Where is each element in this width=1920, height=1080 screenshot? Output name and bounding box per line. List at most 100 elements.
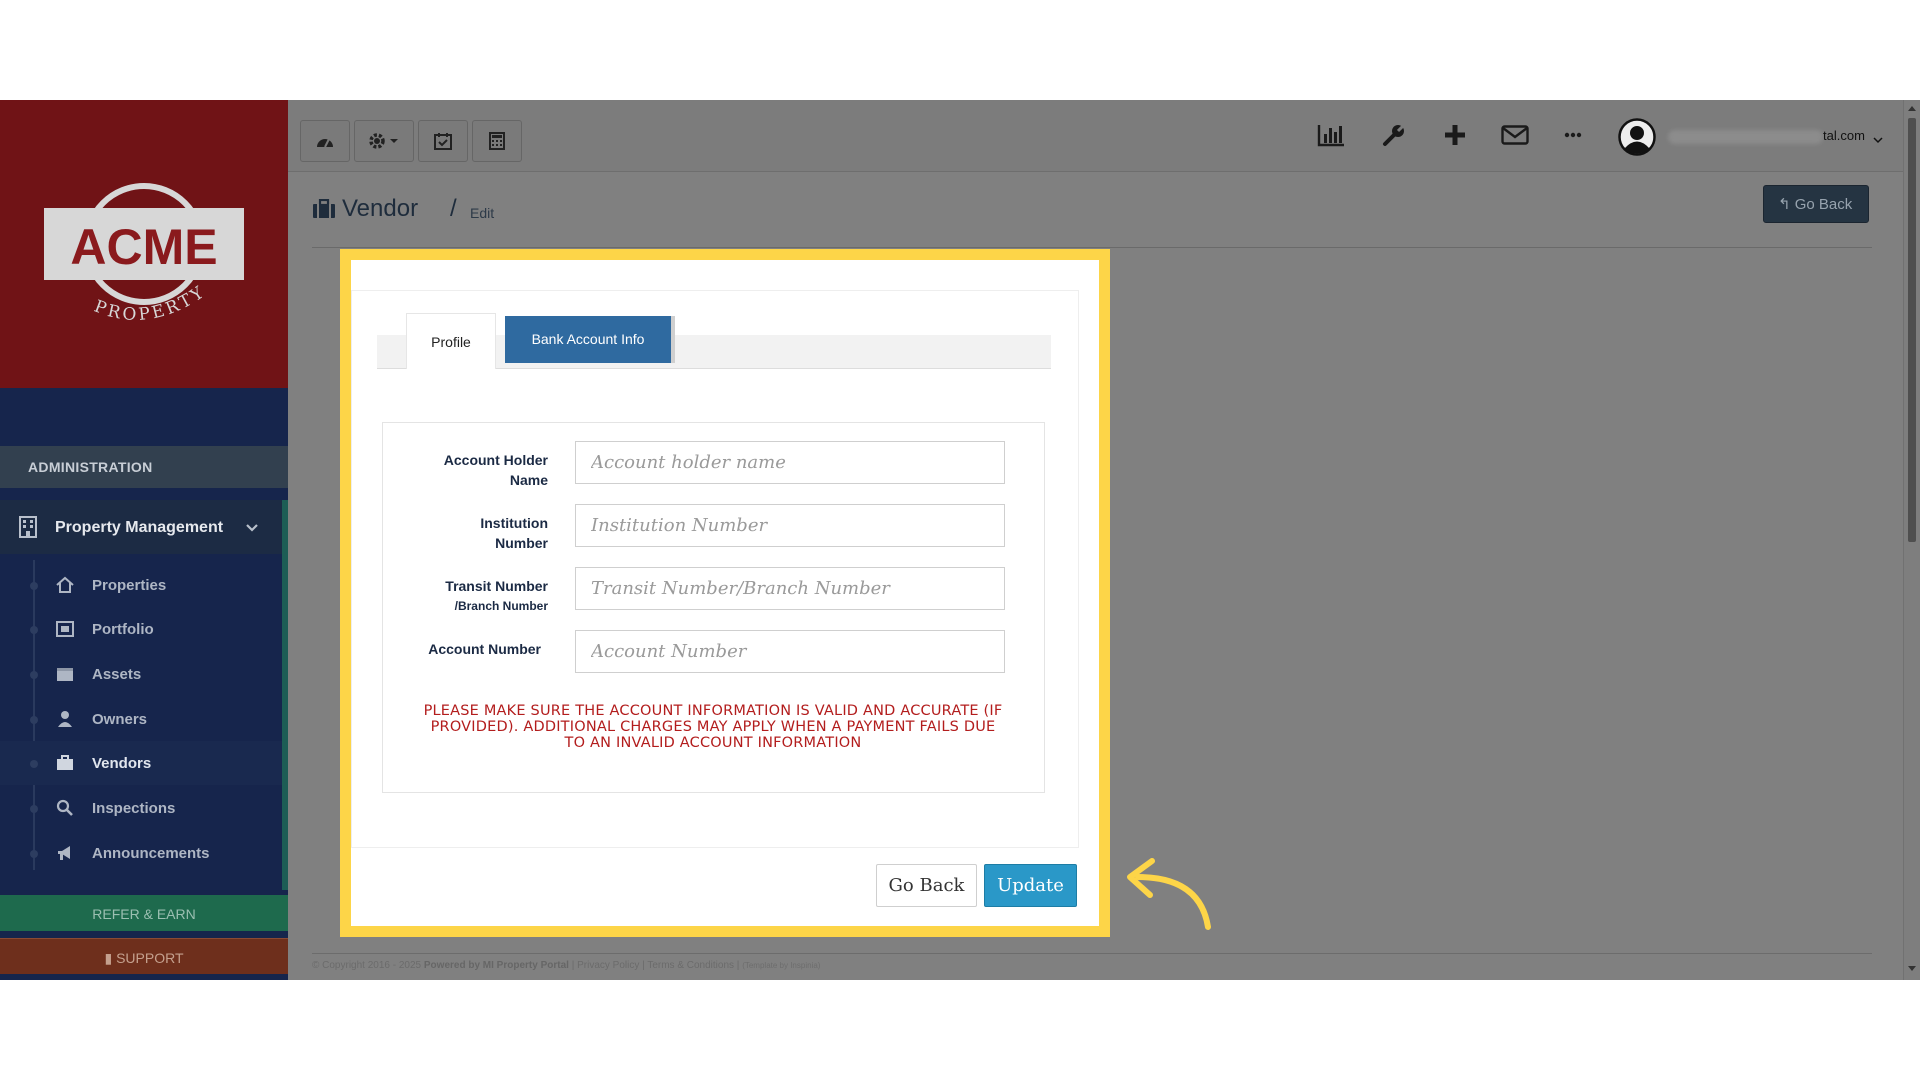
building-icon	[18, 516, 38, 543]
account-holder-name-input[interactable]	[575, 441, 1005, 484]
scrollbar[interactable]	[1903, 100, 1920, 980]
transit-number-input[interactable]	[575, 567, 1005, 610]
sidebar-item-properties[interactable]: Properties	[0, 563, 282, 607]
divider	[312, 247, 1872, 248]
tools-button[interactable]	[1377, 118, 1411, 152]
sidebar-item-label: Vendors	[92, 755, 151, 772]
sidebar-item-label: Announcements	[92, 845, 210, 862]
sidebar-item-label: Assets	[92, 666, 141, 683]
calendar-check-icon	[434, 132, 452, 150]
dashboard-icon	[315, 133, 335, 149]
messages-button[interactable]	[1498, 118, 1532, 152]
scroll-down-icon[interactable]	[1908, 966, 1916, 971]
tree-dot	[30, 760, 38, 768]
reports-button[interactable]	[1314, 118, 1348, 152]
account-holder-label: Account HolderName	[444, 450, 548, 490]
briefcase-icon	[312, 199, 336, 224]
user-email-redacted	[1668, 130, 1823, 144]
breadcrumb-separator: /	[450, 195, 457, 223]
sidebar-item-portfolio[interactable]: Portfolio	[0, 607, 282, 651]
user-email[interactable]: tal.com	[1823, 128, 1865, 143]
assets-icon	[56, 665, 74, 683]
plus-icon	[1444, 124, 1466, 146]
calendar-button[interactable]	[418, 120, 468, 162]
transit-number-label: Transit Number/Branch Number	[445, 576, 548, 616]
portfolio-icon	[56, 620, 74, 638]
settings-dropdown-button[interactable]	[354, 120, 414, 162]
terms-link[interactable]: Terms & Conditions	[647, 960, 734, 971]
footer: © Copyright 2016 - 2025 Powered by MI Pr…	[312, 960, 820, 971]
sidebar-group-property-management[interactable]: Property Management	[0, 500, 282, 554]
logo-text: ACME	[70, 219, 217, 275]
sidebar-item-owners[interactable]: Owners	[0, 697, 282, 741]
tree-dot	[30, 850, 38, 858]
sidebar-item-vendors[interactable]: Vendors	[0, 741, 282, 785]
vendor-form-card: Profile Bank Account Info Account Holder…	[351, 290, 1079, 848]
chevron-down-icon[interactable]	[1873, 131, 1883, 149]
logo[interactable]: ACME PROPERTY	[0, 100, 288, 388]
top-toolbar: tal.com	[288, 100, 1903, 172]
calculator-button[interactable]	[472, 120, 522, 162]
account-warning-text: PLEASE MAKE SURE THE ACCOUNT INFORMATION…	[423, 703, 1003, 751]
envelope-icon	[1501, 125, 1529, 145]
reply-icon: ↰	[1778, 196, 1791, 213]
app-window: ACME PROPERTY ADMINISTRATION Property Ma…	[0, 100, 1920, 980]
go-back-button[interactable]: Go Back	[876, 864, 977, 907]
tree-dot	[30, 582, 38, 590]
divider	[312, 953, 1872, 954]
home-icon	[56, 576, 74, 594]
wrench-icon	[1382, 123, 1406, 147]
highlighted-form-panel: Profile Bank Account Info Account Holder…	[340, 249, 1110, 937]
bullhorn-icon	[56, 844, 74, 862]
search-icon	[56, 799, 74, 817]
sidebar-item-inspections[interactable]: Inspections	[0, 786, 282, 830]
more-icon	[1564, 132, 1582, 138]
sidebar-item-label: Properties	[92, 577, 166, 594]
institution-number-label: InstitutionNumber	[480, 513, 548, 553]
update-button[interactable]: Update	[984, 864, 1077, 907]
sidebar-item-label: Portfolio	[92, 621, 154, 638]
sidebar-item-announcements[interactable]: Announcements	[0, 831, 282, 875]
section-label: ADMINISTRATION	[0, 446, 288, 488]
tab-bank-account-info[interactable]: Bank Account Info	[505, 316, 671, 363]
tree-dot	[30, 626, 38, 634]
tree-dot	[30, 805, 38, 813]
more-button[interactable]	[1556, 118, 1590, 152]
account-number-label: Account Number	[428, 639, 541, 659]
bank-account-form: Account HolderName InstitutionNumber Tra…	[382, 422, 1045, 793]
bar-chart-icon	[1317, 123, 1345, 147]
account-number-input[interactable]	[575, 630, 1005, 673]
page-subtitle: Edit	[470, 205, 494, 221]
dashboard-button[interactable]	[300, 120, 350, 162]
refer-and-earn-button[interactable]: REFER & EARN	[0, 895, 288, 931]
tree-dot	[30, 716, 38, 724]
sidebar: ACME PROPERTY ADMINISTRATION Property Ma…	[0, 100, 288, 980]
book-icon: ▮	[104, 950, 116, 966]
scroll-thumb[interactable]	[1908, 118, 1916, 542]
add-button[interactable]	[1438, 118, 1472, 152]
tree-dot	[30, 671, 38, 679]
tab-profile[interactable]: Profile	[406, 313, 496, 369]
page-title: Vendor	[342, 195, 418, 223]
chevron-down-icon	[245, 520, 259, 538]
sidebar-group-label: Property Management	[55, 519, 223, 537]
copyright-text: © Copyright 2016 - 2025	[312, 960, 421, 971]
privacy-policy-link[interactable]: Privacy Policy	[577, 960, 639, 971]
header-go-back-label: Go Back	[1795, 196, 1853, 213]
scroll-up-icon[interactable]	[1908, 106, 1916, 111]
sidebar-item-label: Inspections	[92, 800, 175, 817]
avatar[interactable]	[1618, 118, 1656, 156]
user-icon	[56, 710, 74, 728]
template-credit: (Template by Inspinia)	[742, 961, 820, 970]
sidebar-item-assets[interactable]: Assets	[0, 652, 282, 696]
pointer-arrow-icon	[1118, 855, 1218, 935]
sidebar-item-label: Owners	[92, 711, 147, 728]
powered-by-link[interactable]: Powered by MI Property Portal	[424, 960, 569, 971]
briefcase-icon	[56, 754, 74, 772]
header-go-back-button[interactable]: ↰ Go Back	[1763, 185, 1869, 223]
support-button[interactable]: ▮ SUPPORT	[0, 938, 288, 974]
user-avatar-icon	[1618, 118, 1656, 156]
institution-number-input[interactable]	[575, 504, 1005, 547]
support-label: SUPPORT	[116, 950, 183, 966]
acme-logo-icon: ACME PROPERTY	[40, 178, 248, 338]
